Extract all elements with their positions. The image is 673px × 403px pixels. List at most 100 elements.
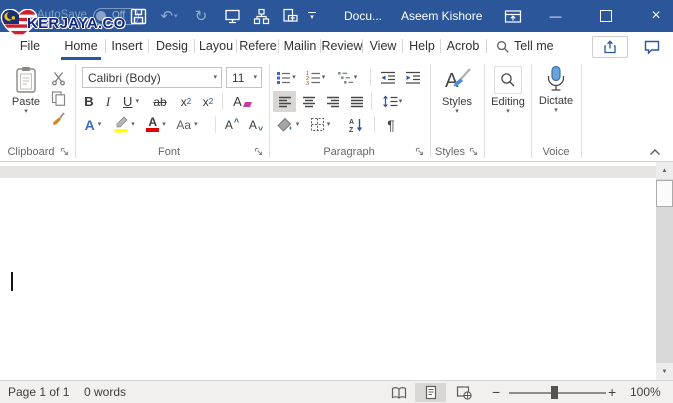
text-effects-button[interactable]: A ▾	[80, 114, 106, 135]
sort-button[interactable]: A Z	[344, 114, 368, 135]
styles-button[interactable]: A Styles ▾	[434, 66, 480, 115]
present-button[interactable]	[219, 4, 245, 28]
align-right-button[interactable]	[321, 91, 344, 112]
line-spacing-button[interactable]: ▾	[377, 91, 407, 112]
scrollbar-thumb[interactable]	[656, 180, 673, 207]
scroll-down-button[interactable]: ▼	[656, 363, 673, 380]
close-button[interactable]: ×	[639, 0, 673, 32]
decrease-indent-button[interactable]	[377, 67, 399, 88]
borders-button[interactable]: ▾	[305, 114, 335, 135]
tab-home[interactable]: Home	[57, 32, 105, 60]
paste-label: Paste	[12, 96, 40, 108]
subscript-button[interactable]: x2	[176, 91, 196, 112]
minimize-button[interactable]: —	[539, 0, 572, 32]
find-icon	[500, 72, 516, 88]
ribbon-display-options-button[interactable]	[501, 4, 525, 28]
grow-font-button[interactable]: A ^	[221, 114, 243, 135]
status-bar: Page 1 of 1 0 words − + 100%	[0, 380, 673, 403]
collapse-ribbon-button[interactable]	[648, 146, 662, 158]
clear-formatting-button[interactable]: A	[228, 91, 256, 112]
highlight-button[interactable]: ▾	[109, 114, 139, 135]
copy-button[interactable]	[46, 88, 70, 109]
justify-button[interactable]	[345, 91, 368, 112]
multilevel-list-button[interactable]: ▾	[332, 67, 362, 88]
tab-help[interactable]: Help	[403, 32, 441, 60]
undo-button[interactable]: ↶ ▾	[155, 4, 183, 28]
tab-layout[interactable]: Layou	[195, 32, 237, 60]
share-button[interactable]	[592, 36, 628, 58]
save-button[interactable]	[126, 4, 150, 28]
align-center-button[interactable]	[297, 91, 320, 112]
dictate-caret: ▾	[554, 107, 558, 114]
tab-review[interactable]: Review	[321, 32, 363, 60]
zoom-in-button[interactable]: +	[608, 384, 616, 400]
page-indicator[interactable]: Page 1 of 1	[8, 385, 69, 399]
web-layout-button[interactable]	[449, 383, 478, 402]
shrink-font-caret: ^	[258, 122, 263, 132]
italic-button[interactable]: I	[100, 91, 116, 112]
font-size-combo[interactable]: 11 ▾	[226, 67, 262, 88]
print-preview-button[interactable]	[277, 4, 303, 28]
underline-button[interactable]: U ▾	[118, 91, 144, 112]
tab-references[interactable]: Refere	[237, 32, 279, 60]
paragraph-dialog-launcher[interactable]	[415, 147, 425, 157]
dictate-button[interactable]: Dictate ▾	[534, 65, 578, 114]
align-left-button[interactable]	[273, 91, 296, 112]
font-name-combo[interactable]: Calibri (Body) ▾	[82, 67, 222, 88]
maximize-button[interactable]	[589, 0, 622, 32]
highlighter-icon	[113, 116, 129, 133]
shading-button[interactable]: ▾	[273, 114, 303, 135]
zoom-slider-thumb[interactable]	[551, 386, 558, 399]
scroll-up-button[interactable]: ▲	[656, 162, 673, 179]
tab-separator	[320, 39, 321, 53]
font-color-button[interactable]: A ▾	[141, 114, 171, 135]
paste-button[interactable]: Paste ▾	[6, 66, 46, 115]
show-formatting-button[interactable]: ¶	[381, 114, 401, 135]
tab-home-label: Home	[64, 39, 97, 53]
org-chart-button[interactable]	[248, 4, 274, 28]
tab-design[interactable]: Desig	[149, 32, 195, 60]
vertical-scrollbar[interactable]: ▲ ▼	[656, 162, 673, 380]
bullets-button[interactable]: ▾	[274, 67, 298, 88]
superscript-button[interactable]: x2	[198, 91, 218, 112]
font-dialog-launcher[interactable]	[254, 147, 264, 157]
document-area[interactable]: ▲ ▼	[0, 162, 673, 380]
redo-button[interactable]: ↻	[189, 4, 213, 28]
increase-indent-button[interactable]	[402, 67, 424, 88]
print-layout-button[interactable]	[415, 383, 446, 402]
bold-button[interactable]: B	[80, 91, 98, 112]
svg-text:A: A	[349, 119, 354, 126]
tab-insert[interactable]: Insert	[105, 32, 149, 60]
styles-button-label: Styles	[442, 96, 472, 108]
clipboard-dialog-launcher[interactable]	[60, 147, 70, 157]
shrink-font-letter: A	[249, 118, 257, 132]
tab-mailings[interactable]: Mailin	[279, 32, 321, 60]
zoom-level[interactable]: 100%	[630, 385, 661, 399]
styles-dialog-launcher[interactable]	[469, 147, 479, 157]
customize-qat-button[interactable]: ▾	[304, 4, 320, 28]
numbering-button[interactable]: 1 2 3 ▾	[301, 67, 329, 88]
underline-glyph: U	[123, 94, 132, 109]
eraser-icon	[243, 102, 252, 107]
tab-separator	[486, 39, 487, 53]
tab-view[interactable]: View	[363, 32, 403, 60]
tab-separator	[362, 39, 363, 53]
highlight-caret: ▾	[131, 121, 135, 128]
strikethrough-button[interactable]: ab	[148, 91, 172, 112]
zoom-out-button[interactable]: −	[492, 384, 500, 400]
watermark-text: KERJAYA.CO	[27, 15, 126, 32]
shrink-font-button[interactable]: A ^	[245, 114, 267, 135]
comments-button[interactable]	[634, 36, 670, 58]
read-mode-button[interactable]	[385, 383, 412, 402]
editing-button[interactable]: Editing ▾	[487, 66, 529, 115]
word-count[interactable]: 0 words	[84, 385, 126, 399]
format-painter-button[interactable]	[46, 108, 70, 129]
decrease-indent-icon	[380, 70, 396, 85]
grow-font-caret: ^	[234, 117, 239, 127]
dictate-button-label: Dictate	[539, 95, 573, 107]
change-case-button[interactable]: Aa ▾	[173, 114, 201, 135]
cut-button[interactable]	[46, 68, 70, 89]
small-separator	[371, 93, 372, 110]
tab-acrobat[interactable]: Acrob	[441, 32, 485, 60]
tell-me-box[interactable]: Tell me	[514, 32, 560, 60]
